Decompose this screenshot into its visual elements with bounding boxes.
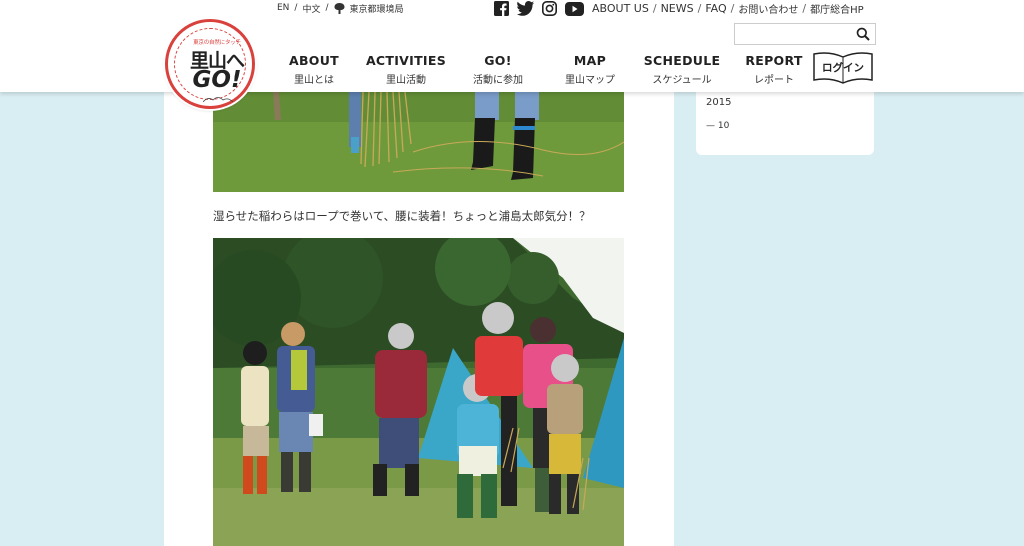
nav-schedule-label: SCHEDULE	[643, 53, 721, 68]
gov-hp-link[interactable]: 都庁総合HP	[810, 1, 864, 16]
contact-link[interactable]: お問い合わせ	[738, 1, 798, 16]
archive-sidebar: 2015 — 10	[696, 92, 874, 155]
search-icon[interactable]	[856, 27, 870, 41]
agency-link[interactable]: 東京都環境局	[350, 2, 404, 15]
archive-month[interactable]: — 10	[706, 121, 729, 131]
nav-activities-sublabel: 里山活動	[386, 75, 426, 86]
nav-go-sublabel: 活動に参加	[473, 75, 523, 86]
instagram-icon[interactable]	[542, 1, 557, 16]
nav-map-sublabel: 里山マップ	[565, 75, 615, 86]
youtube-icon[interactable]	[565, 1, 584, 16]
nav-about-sublabel: 里山とは	[294, 75, 334, 86]
site-logo[interactable]: 東京の自然にタッチ 里山へ GO!	[165, 19, 255, 109]
nav-schedule[interactable]: SCHEDULE スケジュール	[636, 53, 728, 86]
social-links	[494, 0, 584, 17]
archive-year[interactable]: 2015	[706, 97, 731, 108]
nav-report-sublabel: レポート	[754, 75, 794, 86]
about-us-link[interactable]: ABOUT US	[592, 2, 649, 15]
nav-go-label: GO!	[484, 53, 512, 68]
search-input[interactable]	[735, 25, 851, 46]
search-box	[734, 23, 876, 46]
site-header: EN / 中文 / 東京都環境局 ABOUT US / NEWS / FAQ /…	[0, 0, 1024, 92]
article-photo-1	[213, 92, 624, 192]
logo-go: GO!	[192, 67, 242, 93]
nav-about[interactable]: ABOUT 里山とは	[268, 53, 360, 86]
photo-group-scene	[213, 238, 624, 546]
nav-report[interactable]: REPORT レポート	[728, 53, 820, 86]
article-photo-2	[213, 238, 624, 546]
article-caption: 湿らせた稲わらはロープで巻いて、腰に装着！ちょっと浦島太郎気分！？	[213, 209, 591, 223]
nav-map[interactable]: MAP 里山マップ	[544, 53, 636, 86]
article-content: 湿らせた稲わらはロープで巻いて、腰に装着！ちょっと浦島太郎気分！？	[164, 92, 674, 546]
lang-zh-link[interactable]: 中文	[302, 2, 320, 15]
photo-straw-scene	[213, 92, 624, 192]
news-link[interactable]: NEWS	[661, 2, 694, 15]
logo-tagline: 東京の自然にタッチ	[193, 40, 241, 46]
nav-about-label: ABOUT	[288, 53, 339, 68]
facebook-icon[interactable]	[494, 1, 509, 16]
nav-report-label: REPORT	[745, 53, 803, 68]
login-label: ログイン	[822, 62, 864, 74]
main-nav: ABOUT 里山とは ACTIVITIES 里山活動 GO! 活動に参加 MAP…	[268, 53, 820, 86]
faq-link[interactable]: FAQ	[705, 2, 726, 15]
twitter-icon[interactable]	[517, 1, 534, 16]
utility-nav: ABOUT US / NEWS / FAQ / お問い合わせ / 都庁総合HP	[592, 1, 864, 16]
nav-activities[interactable]: ACTIVITIES 里山活動	[360, 53, 452, 86]
nav-map-label: MAP	[573, 53, 607, 68]
tree-icon	[334, 2, 345, 14]
hills-icon	[203, 97, 233, 102]
language-bar: EN / 中文 / 東京都環境局	[277, 2, 404, 15]
login-button[interactable]: ログイン	[812, 51, 874, 85]
nav-schedule-sublabel: スケジュール	[652, 75, 712, 86]
nav-go[interactable]: GO! 活動に参加	[452, 53, 544, 86]
nav-activities-label: ACTIVITIES	[365, 53, 447, 68]
lang-en-link[interactable]: EN	[277, 3, 289, 13]
